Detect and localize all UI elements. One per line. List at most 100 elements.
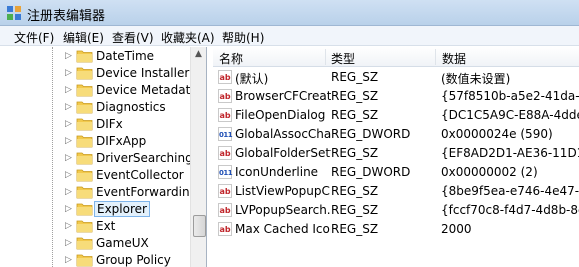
column-divider[interactable] — [435, 49, 436, 65]
tree-node-label: EventCollector — [96, 168, 184, 182]
tree-node-label: DIFxApp — [96, 134, 147, 148]
folder-icon — [76, 50, 93, 63]
expand-arrow-icon[interactable]: ▷ — [65, 102, 72, 112]
string-value-icon: ab — [218, 203, 232, 217]
value-type: REG_SZ — [331, 222, 379, 236]
value-name: Max Cached Icons — [235, 222, 331, 236]
tree-node-label: GameUX — [96, 236, 149, 250]
value-row[interactable]: abMax Cached IconsREG_SZ 2000 — [213, 220, 579, 239]
value-type: REG_SZ — [331, 70, 379, 84]
value-data: (数值未设置) — [441, 72, 511, 86]
value-row[interactable]: ab (默认) REG_SZ (数值未设置) — [213, 68, 579, 87]
value-row[interactable]: ab ListViewPopupC... REG_SZ {8be9f5ea-e746-… — [213, 182, 579, 201]
value-name: GlobalAssocCha... — [235, 127, 331, 141]
string-value-icon: ab — [218, 89, 232, 103]
value-row[interactable]: ab LVPopupSearch... REG_SZ {fccf70c8-f4d7-4… — [213, 201, 579, 220]
tree-node-label: Diagnostics — [96, 100, 166, 114]
menu-help[interactable]: 帮助(H) — [222, 29, 264, 46]
folder-icon — [76, 254, 93, 267]
folder-icon — [76, 203, 93, 216]
menu-favorites[interactable]: 收藏夹(A) — [161, 29, 215, 46]
string-value-icon: ab — [218, 70, 232, 84]
tree-node-label: DIFx — [96, 117, 123, 131]
title-bar: 注册表编辑器 — [0, 0, 579, 26]
value-data: {DC1C5A9C-E88A-4dde-A5A — [441, 108, 579, 122]
tree-node[interactable]: ▷ Group Policy — [0, 251, 190, 267]
tree-node-label: DriverSearching — [96, 151, 193, 165]
tree-scrollbar[interactable]: ▲ — [190, 47, 206, 267]
column-divider[interactable] — [325, 49, 326, 65]
value-row[interactable]: abGlobalFolderSett...REG_SZ {EF8AD2D1-AE3… — [213, 144, 579, 163]
folder-icon — [76, 169, 93, 182]
folder-icon — [76, 220, 93, 233]
string-value-icon: ab — [218, 108, 232, 122]
string-value-icon: ab — [218, 184, 232, 198]
value-name: ListViewPopupC... — [235, 184, 331, 198]
folder-icon — [76, 84, 93, 97]
expand-arrow-icon[interactable]: ▷ — [65, 68, 72, 78]
value-row[interactable]: abBrowserCFCreatorREG_SZ {57f8510b-a5e2-4… — [213, 87, 579, 106]
value-name: FileOpenDialog — [235, 108, 326, 122]
menu-bar: 文件(F) 编辑(E) 查看(V) 收藏夹(A) 帮助(H) — [0, 26, 579, 46]
value-type: REG_SZ — [331, 203, 379, 217]
folder-icon — [76, 152, 93, 165]
dword-value-icon: 011 — [218, 127, 233, 141]
value-data: {8be9f5ea-e746-4e47-ad57-3 — [441, 184, 579, 198]
expand-arrow-icon[interactable]: ▷ — [65, 255, 72, 265]
scroll-up-icon[interactable]: ▲ — [195, 49, 202, 59]
expand-arrow-icon[interactable]: ▷ — [65, 238, 72, 248]
value-row[interactable]: 011 IconUnderline REG_DWORD 0x00000002 (2) — [213, 163, 579, 182]
menu-file[interactable]: 文件(F) — [14, 29, 54, 46]
window-title: 注册表编辑器 — [27, 9, 106, 24]
dword-value-icon: 011 — [218, 165, 233, 179]
expand-arrow-icon[interactable]: ▷ — [65, 85, 72, 95]
folder-icon — [76, 186, 93, 199]
expand-arrow-icon[interactable]: ▷ — [65, 204, 72, 214]
menu-edit[interactable]: 编辑(E) — [63, 29, 104, 46]
expand-arrow-icon[interactable]: ▷ — [65, 136, 72, 146]
value-data: 2000 — [441, 222, 472, 236]
value-type: REG_SZ — [331, 184, 379, 198]
expand-arrow-icon[interactable]: ▷ — [65, 119, 72, 129]
list-header: 名称 类型 数据 — [213, 47, 579, 67]
tree-node-label: DateTime — [96, 49, 155, 63]
expand-arrow-icon[interactable]: ▷ — [65, 221, 72, 231]
column-data[interactable]: 数据 — [442, 50, 466, 67]
value-type: REG_SZ — [331, 89, 379, 103]
value-data: 0x0000024e (590) — [441, 127, 553, 141]
registry-editor-icon — [7, 6, 21, 20]
tree-node-label: Group Policy — [96, 253, 171, 267]
value-data: 0x00000002 (2) — [441, 165, 538, 179]
value-data: {EF8AD2D1-AE36-11D1-B2D — [441, 146, 579, 160]
value-data: {fccf70c8-f4d7-4d8b-8c17-c — [441, 203, 579, 217]
value-data: {57f8510b-a5e2-41da-a8f0-8 — [441, 89, 579, 103]
value-type: REG_SZ — [331, 108, 379, 122]
column-name[interactable]: 名称 — [219, 50, 243, 67]
tree-node-label: Explorer — [94, 201, 150, 217]
string-value-icon: ab — [218, 146, 232, 160]
value-row[interactable]: 011GlobalAssocCha...REG_DWORD 0x0000024e … — [213, 125, 579, 144]
expand-arrow-icon[interactable]: ▷ — [65, 51, 72, 61]
value-name: IconUnderline — [235, 165, 319, 179]
value-name: BrowserCFCreator — [235, 89, 331, 103]
expand-arrow-icon[interactable]: ▷ — [65, 153, 72, 163]
column-type[interactable]: 类型 — [331, 50, 355, 67]
scroll-thumb[interactable] — [193, 215, 206, 237]
folder-icon — [76, 67, 93, 80]
values-list[interactable]: 名称 类型 数据 ab (默认) REG_SZ (数值未设置) ab BrowserCFC… — [213, 47, 579, 267]
value-name: (默认) — [235, 72, 269, 86]
value-type: REG_SZ — [331, 146, 379, 160]
registry-tree[interactable]: ▷ DateTime ▷ Device Installer ▷ Device Metada… — [0, 47, 207, 267]
value-type: REG_DWORD — [331, 127, 411, 141]
string-value-icon: ab — [218, 222, 232, 236]
menu-view[interactable]: 查看(V) — [112, 29, 154, 46]
value-row[interactable]: ab FileOpenDialog REG_SZ {DC1C5A9C-E88A-4dd… — [213, 106, 579, 125]
expand-arrow-icon[interactable]: ▷ — [65, 187, 72, 197]
tree-node-label: Device Metadata — [96, 83, 198, 97]
tree-node-label: Device Installer — [96, 66, 190, 80]
expand-arrow-icon[interactable]: ▷ — [65, 170, 72, 180]
folder-icon — [76, 101, 93, 114]
folder-icon — [76, 135, 93, 148]
tree-node-label: Ext — [96, 219, 116, 233]
value-type: REG_DWORD — [331, 165, 411, 179]
